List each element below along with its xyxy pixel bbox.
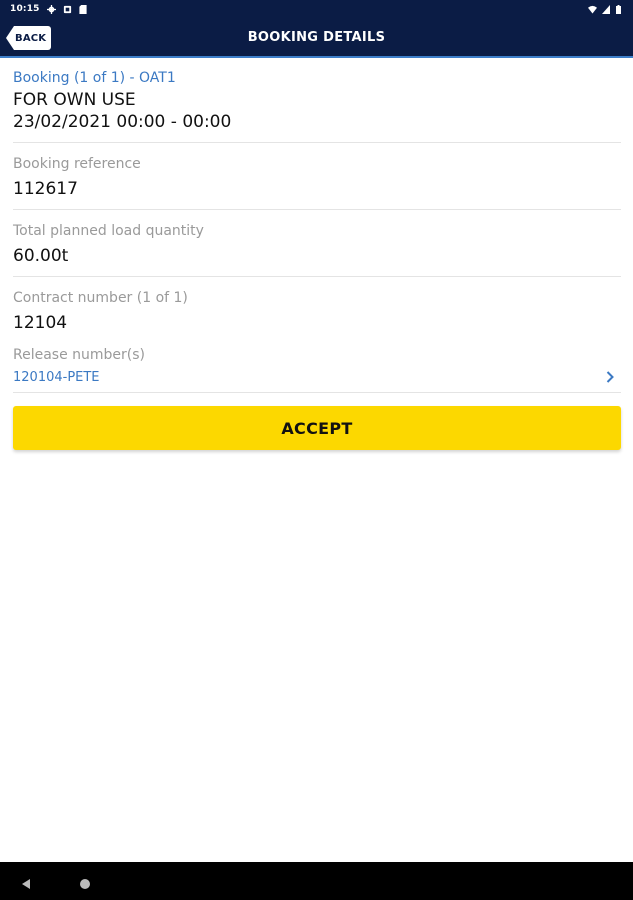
status-bar: 10:15 (0, 0, 633, 18)
accept-button[interactable]: ACCEPT (13, 406, 621, 450)
booking-reference-value: 112617 (13, 179, 78, 199)
page-title: BOOKING DETAILS (247, 29, 386, 45)
signal-icon (601, 4, 610, 14)
booking-details-content: Booking (1 of 1) - OAT1 FOR OWN USE 23/0… (13, 58, 621, 450)
divider (13, 142, 621, 143)
sd-card-icon (79, 4, 88, 14)
battery-icon (614, 4, 623, 14)
release-numbers-label: Release number(s) (13, 347, 146, 363)
notification-icon (63, 5, 72, 14)
navigation-bar (0, 862, 633, 900)
status-time: 10:15 (10, 4, 40, 14)
wifi-icon (588, 5, 597, 14)
booking-purpose: FOR OWN USE (13, 90, 136, 110)
booking-reference-label: Booking reference (13, 156, 141, 172)
status-left: 10:15 (10, 4, 88, 14)
release-number-value: 120104-PETE (13, 369, 100, 385)
release-number-row[interactable]: 120104-PETE (13, 367, 621, 387)
contract-number-value: 12104 (13, 313, 68, 333)
nav-back-icon[interactable] (20, 875, 32, 889)
load-quantity-value: 60.00t (13, 246, 69, 266)
status-right (588, 4, 623, 14)
chevron-right-icon (603, 370, 617, 384)
load-quantity-label: Total planned load quantity (13, 223, 204, 239)
booking-details-screen: 10:15 BACK BOOKING DETAILS Booking (1 of… (0, 0, 633, 900)
divider (13, 276, 621, 277)
nav-home-icon[interactable] (79, 875, 91, 889)
divider (13, 392, 621, 393)
booking-heading: Booking (1 of 1) - OAT1 (13, 70, 176, 86)
booking-time-range: 23/02/2021 00:00 - 00:00 (13, 112, 232, 132)
app-header: BACK BOOKING DETAILS (0, 18, 633, 58)
contract-number-label: Contract number (1 of 1) (13, 290, 188, 306)
divider (13, 209, 621, 210)
settings-icon (46, 4, 56, 14)
